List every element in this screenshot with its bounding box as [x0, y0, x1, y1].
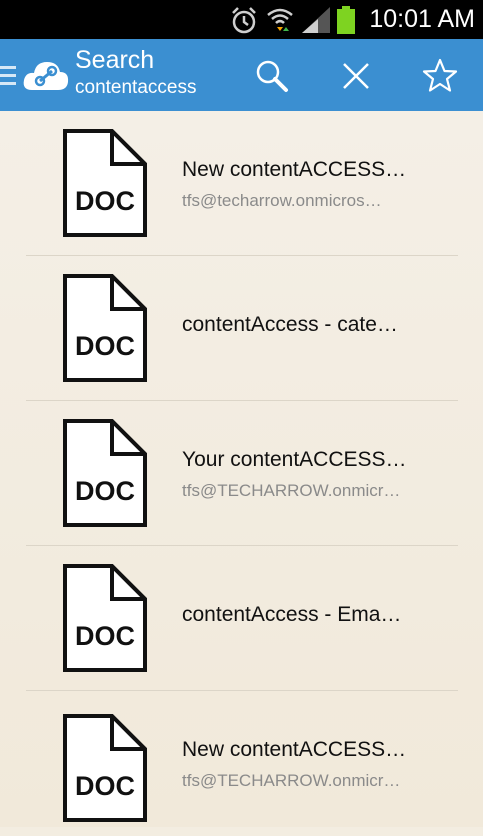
svg-text:DOC: DOC — [75, 476, 135, 506]
doc-file-icon: DOC — [63, 274, 147, 382]
result-sender: tfs@techarrow.onmicros… — [182, 191, 382, 210]
clock-time: 10:01 AM — [369, 5, 475, 33]
result-title: contentAccess - Ema… — [182, 603, 402, 626]
signal-icon — [302, 7, 330, 33]
status-bar: 10:01 AM — [0, 0, 483, 39]
doc-file-icon: DOC — [63, 564, 147, 672]
list-item[interactable]: DOC Your contentACCESS… tfs@TECHARROW.on… — [0, 401, 483, 546]
action-bar-subtitle: contentaccess — [75, 77, 197, 98]
result-title: New contentACCESS… — [182, 738, 407, 761]
app-logo-icon[interactable] — [22, 56, 70, 92]
svg-text:DOC: DOC — [75, 186, 135, 216]
wifi-icon — [267, 8, 293, 31]
close-icon[interactable] — [336, 56, 376, 96]
svg-text:DOC: DOC — [75, 621, 135, 651]
star-icon[interactable] — [420, 56, 460, 96]
result-sender: tfs@TECHARROW.onmicr… — [182, 481, 401, 500]
drawer-icon[interactable] — [0, 66, 18, 86]
result-sender: tfs@TECHARROW.onmicr… — [182, 771, 401, 790]
doc-file-icon: DOC — [63, 714, 147, 822]
search-icon[interactable] — [252, 56, 292, 96]
battery-icon — [337, 6, 355, 34]
result-title: Your contentACCESS… — [182, 448, 407, 471]
list-item[interactable]: DOC New contentACCESS… tfs@TECHARROW.onm… — [0, 691, 483, 836]
action-bar-title: Search — [75, 46, 155, 74]
doc-file-icon: DOC — [63, 419, 147, 527]
search-results-list: DOC New contentACCESS… tfs@techarrow.onm… — [0, 111, 483, 827]
list-item[interactable]: DOC New contentACCESS… tfs@techarrow.onm… — [0, 111, 483, 256]
list-item[interactable]: DOC contentAccess - cate… — [0, 256, 483, 401]
action-bar: Search contentaccess — [0, 39, 483, 111]
result-title: contentAccess - cate… — [182, 313, 398, 336]
result-title: New contentACCESS… — [182, 158, 407, 181]
doc-file-icon: DOC — [63, 129, 147, 237]
list-item[interactable]: DOC contentAccess - Ema… — [0, 546, 483, 691]
alarm-icon — [232, 7, 256, 34]
svg-text:DOC: DOC — [75, 771, 135, 801]
svg-text:DOC: DOC — [75, 331, 135, 361]
